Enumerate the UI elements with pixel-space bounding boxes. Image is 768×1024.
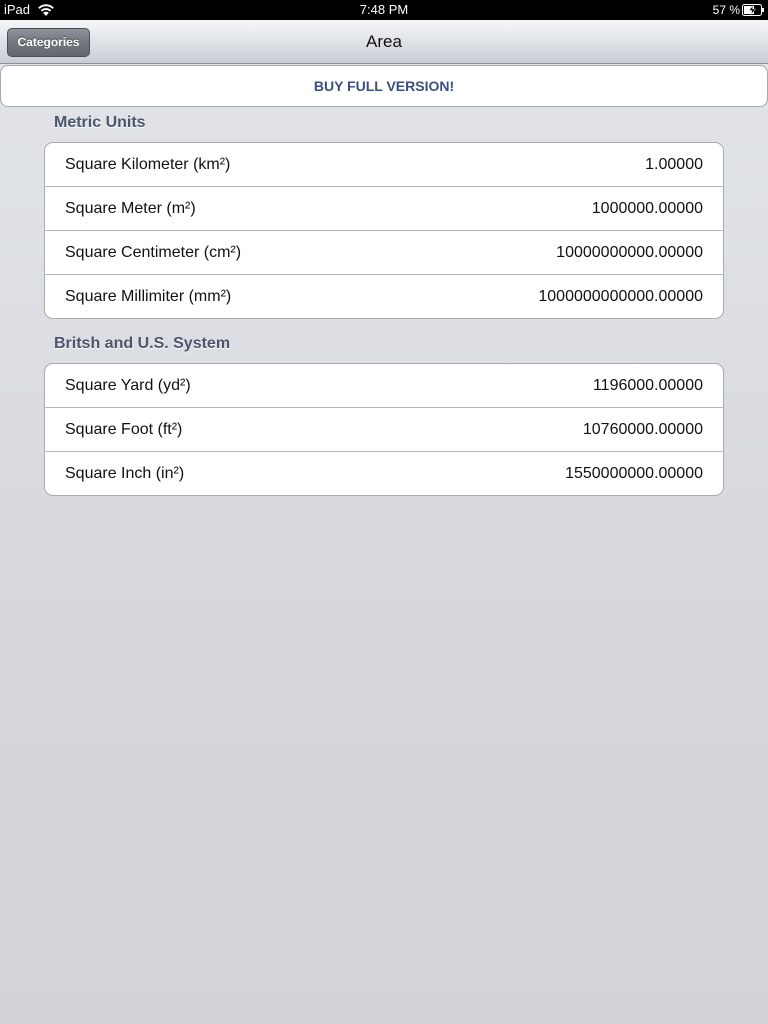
unit-value: 10000000000.00000 [556,244,703,261]
battery-percent: 57 % [712,3,740,17]
unit-label: Square Inch (in²) [65,465,185,482]
unit-value: 1196000.00000 [592,377,703,394]
unit-label: Square Kilometer (km²) [65,156,231,173]
list-item[interactable]: Square Meter (m²) 1000000.00000 [45,187,723,231]
section-header-british-us: Britsh and U.S. System [54,335,231,352]
list-item[interactable]: Square Centimeter (cm²) 10000000000.0000… [45,231,723,275]
list-item[interactable]: Square Millimiter (mm²) 1000000000000.00… [45,275,723,318]
unit-label: Square Foot (ft²) [65,421,183,438]
unit-label: Square Yard (yd²) [65,377,191,394]
unit-value: 1.00000 [645,156,703,173]
buy-full-version-button[interactable]: BUY FULL VERSION! [0,65,768,107]
unit-label: Square Millimiter (mm²) [65,288,232,305]
navigation-bar: Categories Area [0,20,768,64]
status-bar: iPad 7:48 PM 57 % [0,0,768,20]
status-time: 7:48 PM [359,2,409,17]
unit-label: Square Meter (m²) [65,200,196,217]
section-header-metric: Metric Units [54,114,146,131]
list-item[interactable]: Square Yard (yd²) 1196000.00000 [45,364,723,408]
unit-value: 10760000.00000 [582,421,703,438]
unit-label: Square Centimeter (cm²) [65,244,242,261]
page-title: Area [366,32,402,51]
battery-charging-icon [742,4,764,16]
metric-units-group: Square Kilometer (km²) 1.00000 Square Me… [44,142,724,319]
list-item[interactable]: Square Kilometer (km²) 1.00000 [45,143,723,187]
unit-value: 1000000000000.00000 [538,288,703,305]
list-item[interactable]: Square Foot (ft²) 10760000.00000 [45,408,723,452]
list-item[interactable]: Square Inch (in²) 1550000000.00000 [45,452,723,495]
unit-value: 1000000.00000 [591,200,703,217]
unit-value: 1550000000.00000 [565,465,703,482]
british-us-system-group: Square Yard (yd²) 1196000.00000 Square F… [44,363,724,496]
